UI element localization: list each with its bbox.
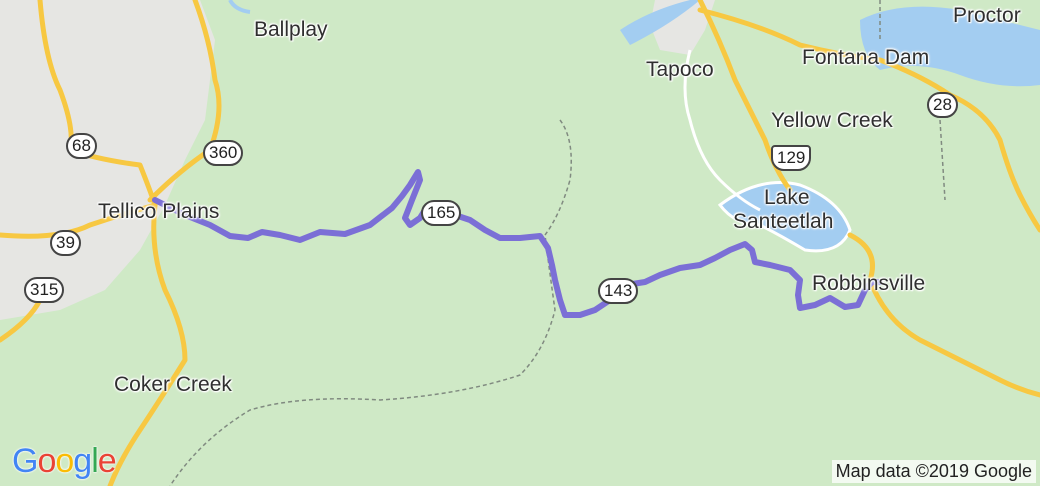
water-stream (228, 0, 251, 14)
route-shield-28: 28 (927, 92, 958, 118)
route-shield-165: 165 (421, 200, 462, 226)
place-label-yellow-creek: Yellow Creek (771, 109, 893, 132)
place-label-tellico-plains: Tellico Plains (98, 200, 220, 223)
place-label-santeetlah: Santeetlah (733, 210, 834, 233)
place-label-ballplay: Ballplay (254, 18, 328, 41)
map-base-layer (0, 0, 1040, 486)
place-label-coker-creek: Coker Creek (114, 373, 232, 396)
route-shield-315: 315 (24, 277, 65, 303)
google-logo[interactable]: Google (12, 442, 117, 481)
route-shield-360: 360 (203, 140, 244, 166)
place-label-lake: Lake (764, 186, 810, 209)
route-shield-39: 39 (50, 230, 81, 256)
route-shield-68: 68 (66, 133, 97, 159)
place-label-fontana-dam: Fontana Dam (802, 46, 930, 69)
place-label-robbinsville: Robbinsville (812, 272, 926, 295)
map-canvas[interactable]: Ballplay Tellico Plains Coker Creek Tapo… (0, 0, 1040, 486)
map-attribution[interactable]: Map data ©2019 Google (831, 460, 1036, 483)
place-label-tapoco: Tapoco (646, 58, 714, 81)
state-boundary (169, 119, 572, 486)
route-shield-129: 129 (771, 145, 812, 171)
route-shield-143: 143 (598, 278, 639, 304)
place-label-proctor: Proctor (953, 4, 1021, 27)
